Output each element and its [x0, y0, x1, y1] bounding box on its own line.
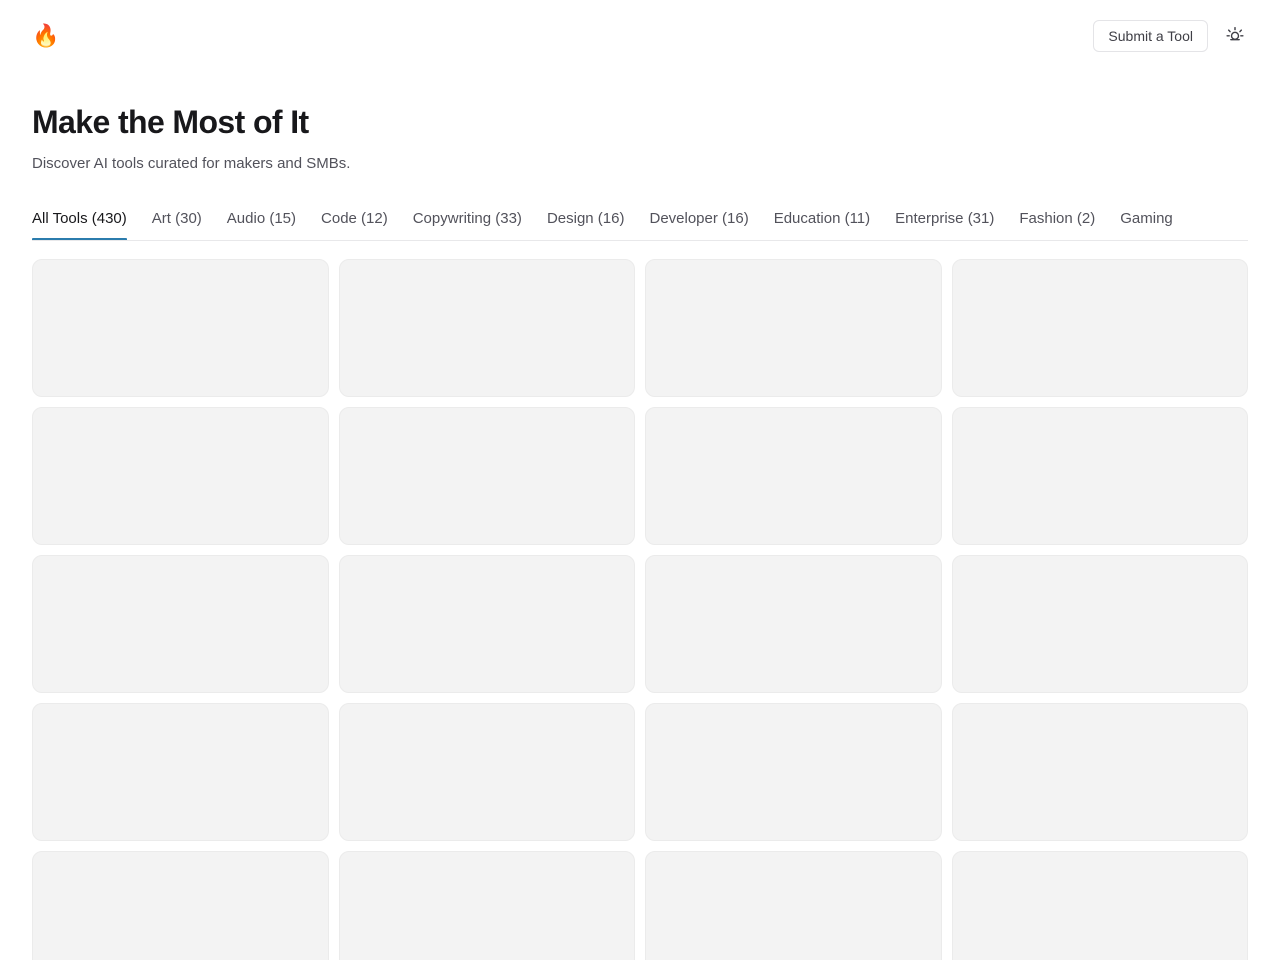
tab-art[interactable]: Art (30) — [152, 209, 202, 241]
page-subtitle: Discover AI tools curated for makers and… — [32, 154, 351, 172]
tool-card-skeleton — [645, 703, 942, 842]
tab-audio[interactable]: Audio (15) — [227, 209, 296, 241]
tool-card-skeleton — [32, 259, 329, 398]
tab-education[interactable]: Education (11) — [774, 209, 870, 241]
site-header: 🔥 Submit a Tool — [0, 0, 1280, 72]
tool-card-skeleton — [32, 851, 329, 960]
tab-fashion[interactable]: Fashion (2) — [1019, 209, 1095, 241]
tool-card-skeleton — [645, 555, 942, 694]
tab-copywriting[interactable]: Copywriting (33) — [413, 209, 522, 241]
submit-a-tool-button[interactable]: Submit a Tool — [1093, 20, 1208, 52]
tool-card-skeleton — [32, 407, 329, 546]
tool-card-skeleton — [645, 259, 942, 398]
tool-card-skeleton — [645, 851, 942, 960]
tool-card-skeleton — [32, 703, 329, 842]
tab-all-tools[interactable]: All Tools (430) — [32, 209, 127, 241]
tool-card-skeleton — [951, 851, 1248, 960]
tab-gaming[interactable]: Gaming — [1120, 209, 1173, 241]
tool-card-skeleton — [338, 703, 635, 842]
brand-logo-link[interactable]: 🔥 — [32, 25, 59, 47]
tool-card-skeleton — [645, 407, 942, 546]
tool-card-skeleton — [951, 703, 1248, 842]
category-tabs[interactable]: All Tools (430) Art (30) Audio (15) Code (1… — [32, 209, 1248, 242]
tool-card-skeleton — [338, 851, 635, 960]
tab-design[interactable]: Design (16) — [547, 209, 625, 241]
fire-logo-icon: 🔥 — [32, 23, 60, 48]
sun-icon — [1225, 25, 1245, 48]
tab-developer[interactable]: Developer (16) — [649, 209, 748, 241]
page-title: Make the Most of It — [32, 104, 309, 140]
tool-card-skeleton — [951, 555, 1248, 694]
category-tabs-nav: All Tools (430) Art (30) Audio (15) Code (1… — [0, 209, 1280, 242]
tool-card-skeleton — [951, 259, 1248, 398]
tool-card-skeleton — [951, 407, 1248, 546]
tool-card-skeleton — [32, 555, 329, 694]
tab-enterprise[interactable]: Enterprise (31) — [895, 209, 994, 241]
page-intro: Make the Most of It Discover AI tools cu… — [0, 72, 1280, 174]
tool-card-grid — [0, 259, 1280, 960]
header-actions: Submit a Tool — [1093, 20, 1248, 52]
tool-card-skeleton — [338, 555, 635, 694]
tool-card-skeleton — [338, 259, 635, 398]
tool-card-skeleton — [338, 407, 635, 546]
tab-code[interactable]: Code (12) — [321, 209, 388, 241]
theme-toggle-button[interactable] — [1222, 23, 1248, 49]
